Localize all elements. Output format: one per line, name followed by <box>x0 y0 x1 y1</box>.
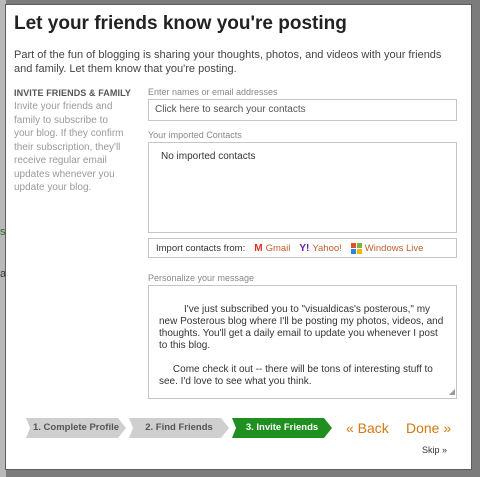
message-label: Personalize your message <box>148 273 255 283</box>
contact-search-input[interactable]: Click here to search your contacts <box>148 99 457 121</box>
invite-friends-dialog: Let your friends know you're posting Par… <box>5 4 472 470</box>
step-complete-profile: 1. Complete Profile <box>26 418 126 438</box>
resize-handle-icon[interactable]: ◢ <box>449 386 455 398</box>
imported-contacts-list[interactable]: No imported contacts <box>148 142 457 233</box>
back-button[interactable]: « Back <box>346 420 389 436</box>
step-invite-friends: 3. Invite Friends <box>232 418 332 438</box>
search-label: Enter names or email addresses <box>148 87 278 97</box>
provider-label: Yahoo! <box>312 242 342 254</box>
import-contacts-bar: Import contacts from: M Gmail Y! Yahoo! … <box>148 238 457 258</box>
step-find-friends: 2. Find Friends <box>129 418 229 438</box>
windows-live-icon <box>350 242 362 254</box>
import-label: Import contacts from: <box>156 242 246 254</box>
import-windows-live-link[interactable]: Windows Live <box>350 242 424 254</box>
no-contacts-text: No imported contacts <box>161 151 256 162</box>
imported-contacts-label: Your imported Contacts <box>148 130 242 140</box>
dialog-title: Let your friends know you're posting <box>14 13 347 34</box>
provider-label: Windows Live <box>364 242 424 254</box>
skip-link[interactable]: Skip » <box>422 445 447 455</box>
message-text: I've just subscribed you to "visualdicas… <box>159 304 444 387</box>
yahoo-icon: Y! <box>299 242 310 254</box>
personal-message-textarea[interactable]: I've just subscribed you to "visualdicas… <box>148 285 457 399</box>
import-gmail-link[interactable]: M Gmail <box>254 243 290 254</box>
done-button[interactable]: Done » <box>406 420 451 436</box>
invite-section-heading: INVITE FRIENDS & FAMILY <box>14 88 131 98</box>
dialog-intro: Part of the fun of blogging is sharing y… <box>14 49 442 75</box>
gmail-icon: M <box>254 242 263 254</box>
invite-section-description: Invite your friends and family to subscr… <box>14 101 124 193</box>
import-yahoo-link[interactable]: Y! Yahoo! <box>299 243 341 254</box>
provider-label: Gmail <box>265 242 291 254</box>
